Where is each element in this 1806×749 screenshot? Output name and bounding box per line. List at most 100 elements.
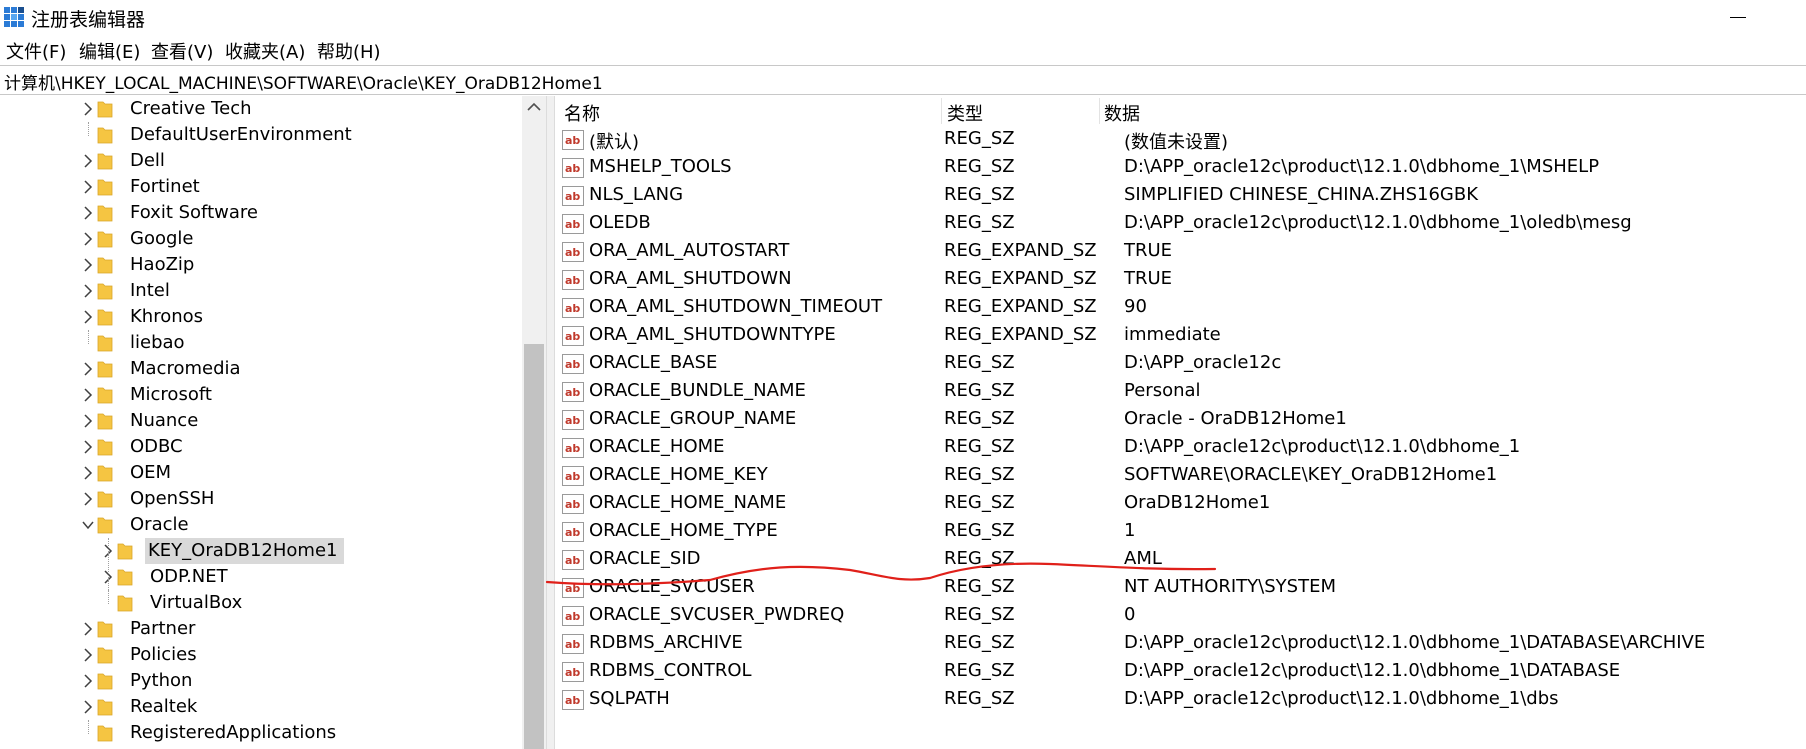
- chevron-right-icon[interactable]: [81, 154, 95, 168]
- minimize-button[interactable]: [1730, 17, 1746, 18]
- value-row[interactable]: ab ORACLE_HOME_KEY REG_SZ SOFTWARE\ORACLE\K…: [556, 462, 1806, 490]
- tree-item-label: Dell: [130, 150, 165, 171]
- folder-icon: [97, 411, 113, 431]
- column-header-type[interactable]: 类型: [947, 100, 983, 126]
- tree-item[interactable]: ODBC: [0, 434, 520, 460]
- tree-item[interactable]: DefaultUserEnvironment: [0, 122, 520, 148]
- tree-item[interactable]: Policies: [0, 642, 520, 668]
- tree-item[interactable]: Foxit Software: [0, 200, 520, 226]
- value-type: REG_SZ: [944, 184, 1015, 205]
- pane-splitter[interactable]: [546, 96, 555, 749]
- menu-help[interactable]: 帮助(H): [317, 38, 381, 64]
- chevron-right-icon[interactable]: [81, 440, 95, 454]
- tree-item[interactable]: Realtek: [0, 694, 520, 720]
- value-row[interactable]: ab (默认) REG_SZ (数值未设置): [556, 126, 1806, 154]
- tree-item-label: Khronos: [130, 306, 204, 327]
- string-value-icon: ab: [562, 466, 584, 486]
- scroll-up-icon[interactable]: [527, 102, 541, 112]
- tree-item[interactable]: KEY_OraDB12Home1: [0, 538, 520, 564]
- folder-icon: [97, 671, 113, 691]
- value-row[interactable]: ab ORACLE_HOME_TYPE REG_SZ 1: [556, 518, 1806, 546]
- tree-item[interactable]: VirtualBox: [0, 590, 520, 616]
- value-row[interactable]: ab ORA_AML_SHUTDOWN REG_EXPAND_SZ TRUE: [556, 266, 1806, 294]
- tree-item[interactable]: Microsoft: [0, 382, 520, 408]
- tree-item[interactable]: Intel: [0, 278, 520, 304]
- tree-item[interactable]: Partner: [0, 616, 520, 642]
- tree-item[interactable]: Dell: [0, 148, 520, 174]
- value-name: ORACLE_SVCUSER: [589, 576, 755, 597]
- value-row[interactable]: ab SQLPATH REG_SZ D:\APP_oracle12c\product\…: [556, 686, 1806, 714]
- value-row[interactable]: ab NLS_LANG REG_SZ SIMPLIFIED CHINESE_CHINA…: [556, 182, 1806, 210]
- tree-item[interactable]: ODP.NET: [0, 564, 520, 590]
- chevron-right-icon[interactable]: [81, 310, 95, 324]
- address-bar[interactable]: 计算机\HKEY_LOCAL_MACHINE\SOFTWARE\Oracle\K…: [0, 65, 1806, 95]
- chevron-right-icon[interactable]: [81, 414, 95, 428]
- value-row[interactable]: ab ORACLE_HOME REG_SZ D:\APP_oracle12c\prod…: [556, 434, 1806, 462]
- tree-item[interactable]: Macromedia: [0, 356, 520, 382]
- string-value-icon: ab: [562, 382, 584, 402]
- menu-file[interactable]: 文件(F): [6, 38, 66, 64]
- value-row[interactable]: ab OLEDB REG_SZ D:\APP_oracle12c\product\12…: [556, 210, 1806, 238]
- tree-item[interactable]: HaoZip: [0, 252, 520, 278]
- chevron-right-icon[interactable]: [81, 206, 95, 220]
- chevron-right-icon[interactable]: [81, 492, 95, 506]
- address-path[interactable]: 计算机\HKEY_LOCAL_MACHINE\SOFTWARE\Oracle\K…: [4, 69, 603, 94]
- chevron-right-icon[interactable]: [81, 180, 95, 194]
- value-row[interactable]: ab ORA_AML_AUTOSTART REG_EXPAND_SZ TRUE: [556, 238, 1806, 266]
- chevron-right-icon[interactable]: [81, 466, 95, 480]
- value-row[interactable]: ab ORA_AML_SHUTDOWN_TIMEOUT REG_EXPAND_SZ 9…: [556, 294, 1806, 322]
- tree-item[interactable]: Python: [0, 668, 520, 694]
- value-row[interactable]: ab ORACLE_HOME_NAME REG_SZ OraDB12Home1: [556, 490, 1806, 518]
- value-row[interactable]: ab ORACLE_GROUP_NAME REG_SZ Oracle - OraDB1…: [556, 406, 1806, 434]
- value-name: NLS_LANG: [589, 184, 684, 205]
- value-row[interactable]: ab ORACLE_BUNDLE_NAME REG_SZ Personal: [556, 378, 1806, 406]
- tree-item[interactable]: OEM: [0, 460, 520, 486]
- value-data: D:\APP_oracle12c\product\12.1.0\dbhome_1…: [1124, 632, 1706, 653]
- column-header-name[interactable]: 名称: [564, 100, 600, 126]
- tree-item[interactable]: Nuance: [0, 408, 520, 434]
- string-value-icon: ab: [562, 158, 584, 178]
- folder-icon: [117, 567, 133, 587]
- menu-edit[interactable]: 编辑(E): [79, 38, 140, 64]
- chevron-right-icon[interactable]: [81, 284, 95, 298]
- value-row[interactable]: ab RDBMS_ARCHIVE REG_SZ D:\APP_oracle12c\pr…: [556, 630, 1806, 658]
- value-row[interactable]: ab MSHELP_TOOLS REG_SZ D:\APP_oracle12c\pro…: [556, 154, 1806, 182]
- chevron-right-icon[interactable]: [81, 258, 95, 272]
- tree-item[interactable]: Oracle: [0, 512, 520, 538]
- tree-item[interactable]: liebao: [0, 330, 520, 356]
- title-bar: 注册表编辑器: [0, 0, 1806, 36]
- value-row[interactable]: ab ORACLE_SID REG_SZ AML: [556, 546, 1806, 574]
- value-row[interactable]: ab ORACLE_BASE REG_SZ D:\APP_oracle12c: [556, 350, 1806, 378]
- chevron-right-icon[interactable]: [81, 622, 95, 636]
- tree-item[interactable]: Google: [0, 226, 520, 252]
- column-divider[interactable]: [941, 98, 942, 124]
- chevron-right-icon[interactable]: [81, 674, 95, 688]
- tree-item[interactable]: OpenSSH: [0, 486, 520, 512]
- value-type: REG_SZ: [944, 520, 1015, 541]
- string-value-icon: ab: [562, 550, 584, 570]
- chevron-right-icon[interactable]: [81, 388, 95, 402]
- value-row[interactable]: ab ORACLE_SVCUSER_PWDREQ REG_SZ 0: [556, 602, 1806, 630]
- chevron-down-icon[interactable]: [81, 518, 95, 532]
- tree-item[interactable]: Khronos: [0, 304, 520, 330]
- chevron-right-icon[interactable]: [81, 648, 95, 662]
- value-row[interactable]: ab ORA_AML_SHUTDOWNTYPE REG_EXPAND_SZ immed…: [556, 322, 1806, 350]
- column-header-data[interactable]: 数据: [1104, 100, 1140, 126]
- value-type: REG_SZ: [944, 156, 1015, 177]
- tree-item[interactable]: Fortinet: [0, 174, 520, 200]
- svg-text:ab: ab: [565, 470, 580, 483]
- value-row[interactable]: ab RDBMS_CONTROL REG_SZ D:\APP_oracle12c\pr…: [556, 658, 1806, 686]
- tree-item[interactable]: RegisteredApplications: [0, 720, 520, 746]
- menu-favorites[interactable]: 收藏夹(A): [225, 38, 305, 64]
- value-row[interactable]: ab ORACLE_SVCUSER REG_SZ NT AUTHORITY\SYSTE…: [556, 574, 1806, 602]
- tree-scrollbar-thumb[interactable]: [524, 344, 544, 749]
- tree-scrollbar[interactable]: [522, 96, 546, 749]
- menu-view[interactable]: 查看(V): [151, 38, 213, 64]
- chevron-right-icon[interactable]: [81, 362, 95, 376]
- column-divider[interactable]: [1099, 98, 1100, 124]
- chevron-right-icon[interactable]: [81, 700, 95, 714]
- value-data: D:\APP_oracle12c\product\12.1.0\dbhome_1: [1124, 436, 1521, 457]
- tree-item[interactable]: Creative Tech: [0, 96, 520, 122]
- chevron-right-icon[interactable]: [81, 232, 95, 246]
- chevron-right-icon[interactable]: [81, 102, 95, 116]
